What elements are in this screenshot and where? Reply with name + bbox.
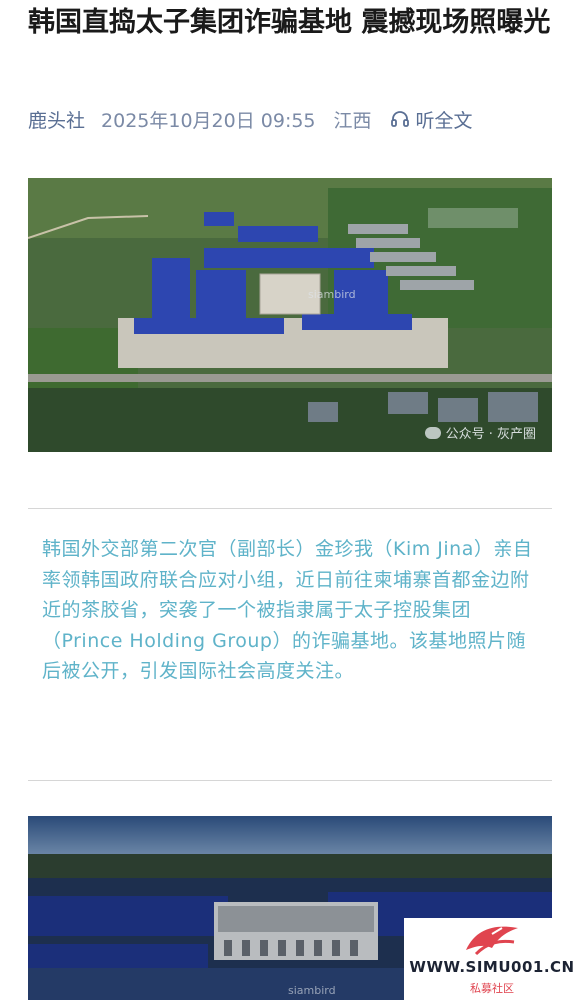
article-quote: 韩国外交部第二次官（副部长）金珍我（Kim Jina）亲自率领韩国政府联合应对小…: [42, 538, 533, 682]
source-link[interactable]: 鹿头社: [28, 106, 85, 133]
article-meta: 鹿头社 2025年10月20日 09:55 江西 听全文: [28, 104, 473, 134]
region-label: 江西: [333, 109, 372, 132]
article-title: 韩国直捣太子集团诈骗基地 震撼现场照曝光: [28, 7, 551, 38]
logo-url-text: WWW.SIMU001.CN: [409, 958, 575, 976]
logo-sub-text: 私募社区: [470, 982, 514, 995]
site-logo[interactable]: WWW.SIMU001.CN 私募社区: [404, 918, 580, 1000]
compound-aerial-photo[interactable]: siambird 公众号 · 灰产圈: [28, 178, 552, 452]
listen-label: 听全文: [415, 109, 473, 132]
divider-top: [28, 508, 552, 509]
photo-overlay-text: siambird: [308, 288, 356, 301]
publish-datetime: 2025年10月20日 09:55: [101, 109, 316, 132]
watermark-text: 公众号 · 灰产圈: [445, 427, 536, 442]
wechat-icon: [424, 426, 441, 439]
photo-overlay-text-2: siambird: [288, 984, 336, 997]
logo-mark-icon: [466, 926, 518, 956]
photo-watermark: 公众号 · 灰产圈: [424, 423, 536, 442]
headphones-icon: [390, 111, 409, 127]
listen-button[interactable]: 听全文: [390, 106, 473, 133]
divider-bottom: [28, 780, 552, 781]
